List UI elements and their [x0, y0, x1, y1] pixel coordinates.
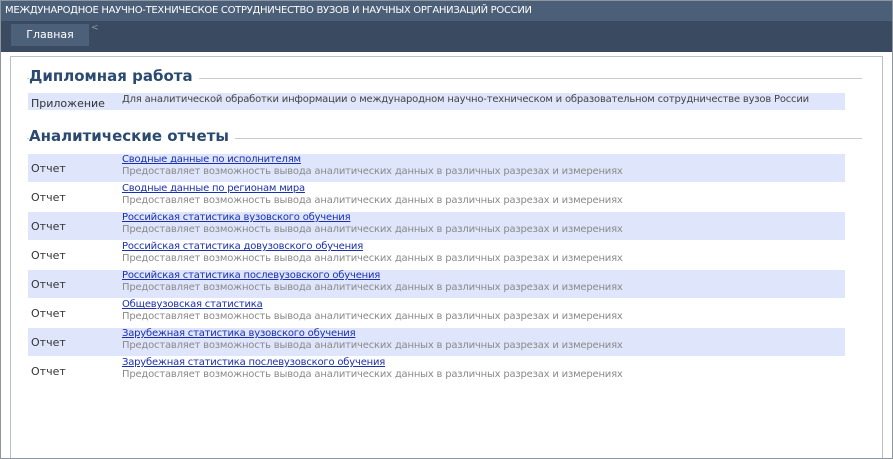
- site-title: МЕЖДУНАРОДНОЕ НАУЧНО-ТЕХНИЧЕСКОЕ СОТРУДН…: [5, 5, 532, 16]
- app-window: МЕЖДУНАРОДНОЕ НАУЧНО-ТЕХНИЧЕСКОЕ СОТРУДН…: [0, 0, 893, 459]
- nav-bar: Главная <: [1, 21, 892, 52]
- report-row: Отчет Российская статистика послевузовско…: [28, 270, 845, 298]
- app-description: Для аналитической обработки информации о…: [122, 94, 809, 105]
- nav-home-tab[interactable]: Главная: [11, 24, 89, 46]
- report-type-label: Отчет: [31, 249, 66, 262]
- report-type-label: Отчет: [31, 336, 66, 349]
- report-type-label: Отчет: [31, 307, 66, 320]
- report-link[interactable]: Общевузовская статистика: [122, 299, 263, 310]
- app-label: Приложение: [31, 97, 105, 110]
- report-row: Отчет Зарубежная статистика вузовского об…: [28, 328, 845, 356]
- report-type-label: Отчет: [31, 220, 66, 233]
- app-row: Приложение Для аналитической обработки и…: [28, 93, 845, 110]
- report-description: Предоставляет возможность вывода аналити…: [122, 282, 623, 293]
- report-link[interactable]: Зарубежная статистика послевузовского об…: [122, 357, 385, 368]
- report-description: Предоставляет возможность вывода аналити…: [122, 340, 623, 351]
- report-link[interactable]: Российская статистика послевузовского об…: [122, 270, 380, 281]
- report-link[interactable]: Российская статистика довузовского обуче…: [122, 241, 363, 252]
- report-row: Отчет Зарубежная статистика послевузовско…: [28, 357, 845, 385]
- report-type-label: Отчет: [31, 162, 66, 175]
- report-row: Отчет Сводные данные по исполнителям Предо…: [28, 154, 845, 182]
- report-type-label: Отчет: [31, 365, 66, 378]
- report-row: Отчет Сводные данные по регионам мира Пред…: [28, 183, 845, 211]
- section-reports-header: Аналитические отчеты: [27, 127, 862, 149]
- report-description: Предоставляет возможность вывода аналити…: [122, 224, 623, 235]
- report-row: Отчет Российская статистика довузовского …: [28, 241, 845, 269]
- report-link[interactable]: Сводные данные по регионам мира: [122, 183, 305, 194]
- report-link[interactable]: Зарубежная статистика вузовского обучени…: [122, 328, 356, 339]
- report-description: Предоставляет возможность вывода аналити…: [122, 166, 623, 177]
- report-link[interactable]: Сводные данные по исполнителям: [122, 154, 301, 165]
- report-type-label: Отчет: [31, 278, 66, 291]
- main-content: Дипломная работа Приложение Для аналитич…: [10, 56, 883, 458]
- section-diploma-title: Дипломная работа: [29, 67, 199, 85]
- report-row: Отчет Российская статистика вузовского об…: [28, 212, 845, 240]
- section-reports-title: Аналитические отчеты: [29, 127, 235, 145]
- site-header: МЕЖДУНАРОДНОЕ НАУЧНО-ТЕХНИЧЕСКОЕ СОТРУДН…: [1, 1, 892, 21]
- section-diploma-header: Дипломная работа: [27, 67, 862, 89]
- report-description: Предоставляет возможность вывода аналити…: [122, 369, 623, 380]
- report-description: Предоставляет возможность вывода аналити…: [122, 195, 623, 206]
- report-description: Предоставляет возможность вывода аналити…: [122, 311, 623, 322]
- nav-separator: <: [91, 23, 99, 33]
- report-description: Предоставляет возможность вывода аналити…: [122, 253, 623, 264]
- report-type-label: Отчет: [31, 191, 66, 204]
- report-link[interactable]: Российская статистика вузовского обучени…: [122, 212, 351, 223]
- report-row: Отчет Общевузовская статистика Предоставля…: [28, 299, 845, 327]
